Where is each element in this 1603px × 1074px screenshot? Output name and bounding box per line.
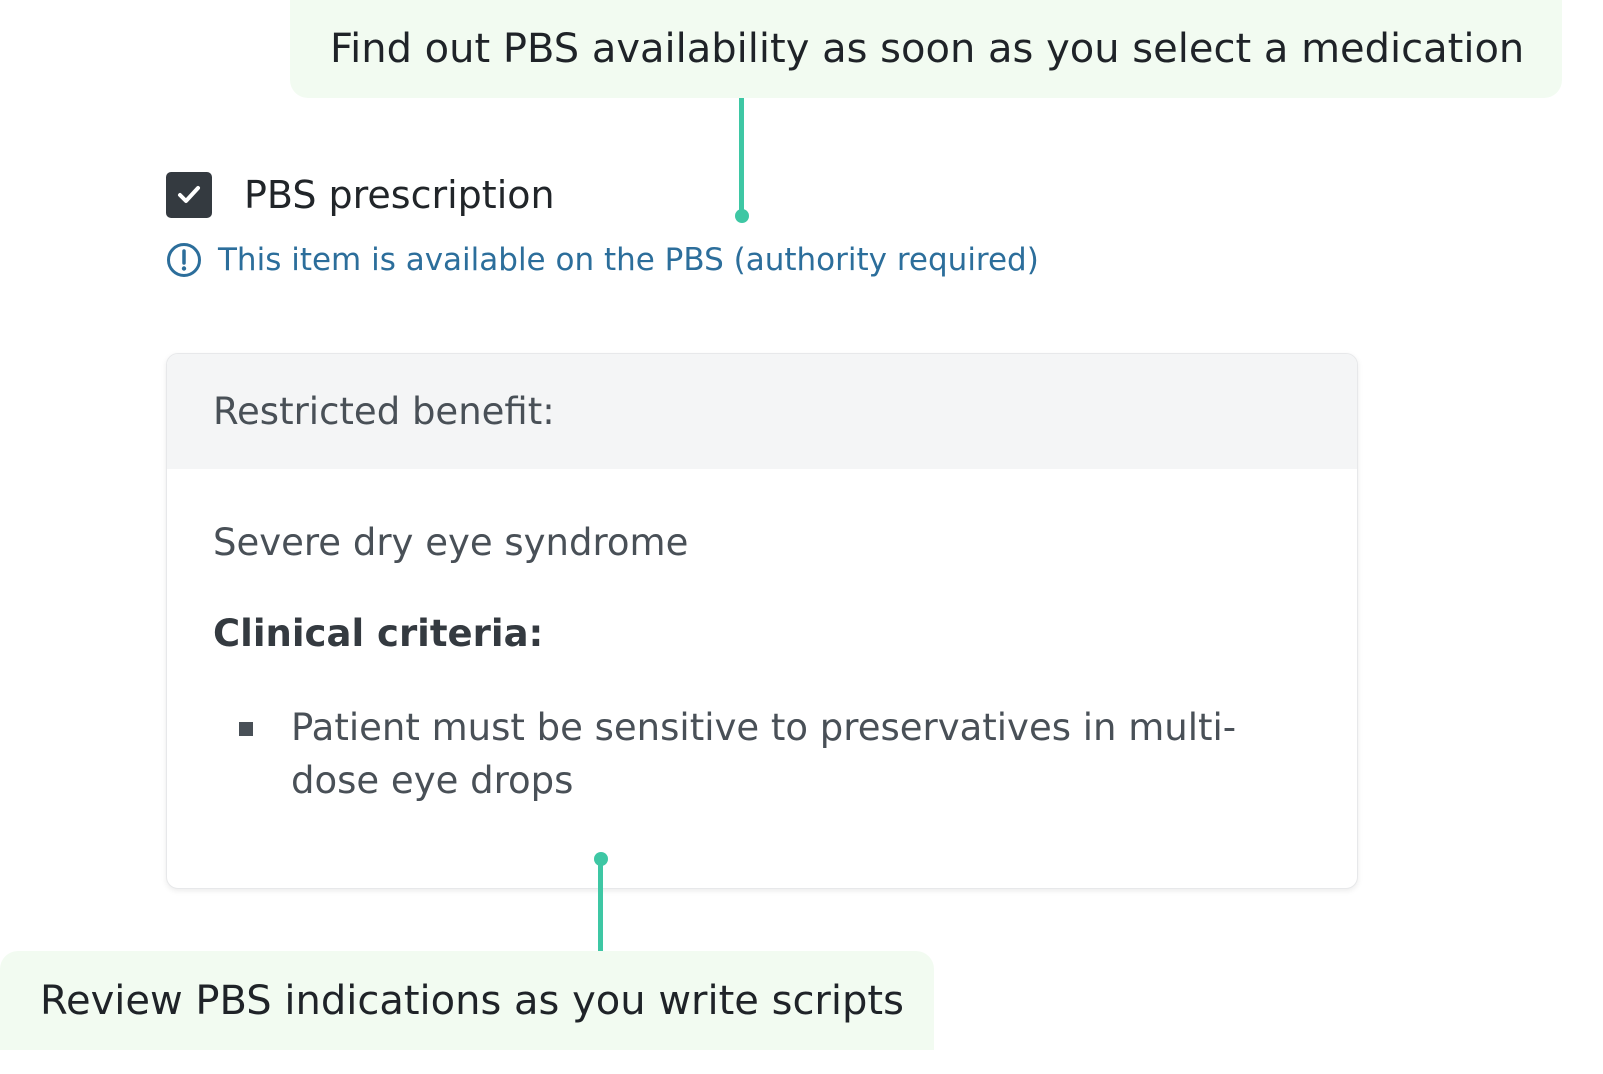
check-icon <box>178 186 200 203</box>
restricted-benefit-card: Restricted benefit: Severe dry eye syndr… <box>166 353 1358 889</box>
callout-pointer-dot-top <box>735 209 749 223</box>
pbs-prescription-row[interactable]: PBS prescription <box>166 172 555 218</box>
criteria-text: Patient must be sensitive to preservativ… <box>291 706 1237 802</box>
pbs-availability-text: This item is available on the PBS (autho… <box>218 242 1039 278</box>
callout-availability: Find out PBS availability as soon as you… <box>290 0 1562 98</box>
page: Find out PBS availability as soon as you… <box>0 0 1603 1074</box>
callout-connector-bottom <box>598 862 603 951</box>
card-header-title: Restricted benefit: <box>213 390 555 433</box>
pbs-availability-note: This item is available on the PBS (autho… <box>166 242 1039 278</box>
info-circle-icon <box>167 243 201 277</box>
callout-indications-text: Review PBS indications as you write scri… <box>40 977 904 1024</box>
callout-availability-text: Find out PBS availability as soon as you… <box>330 26 1525 72</box>
list-item: Patient must be sensitive to preservativ… <box>213 701 1317 807</box>
indication-condition: Severe dry eye syndrome <box>213 521 689 564</box>
card-header: Restricted benefit: <box>167 354 1357 469</box>
bullet-square-icon <box>239 722 253 736</box>
clinical-criteria-list: Patient must be sensitive to preservativ… <box>213 701 1317 807</box>
callout-connector-top <box>739 98 744 214</box>
pbs-prescription-checkbox[interactable] <box>166 172 212 218</box>
callout-indications: Review PBS indications as you write scri… <box>0 951 934 1050</box>
clinical-criteria-heading: Clinical criteria: <box>213 612 544 655</box>
card-body: Severe dry eye syndrome Clinical criteri… <box>167 521 1357 807</box>
pbs-prescription-label[interactable]: PBS prescription <box>244 173 555 217</box>
